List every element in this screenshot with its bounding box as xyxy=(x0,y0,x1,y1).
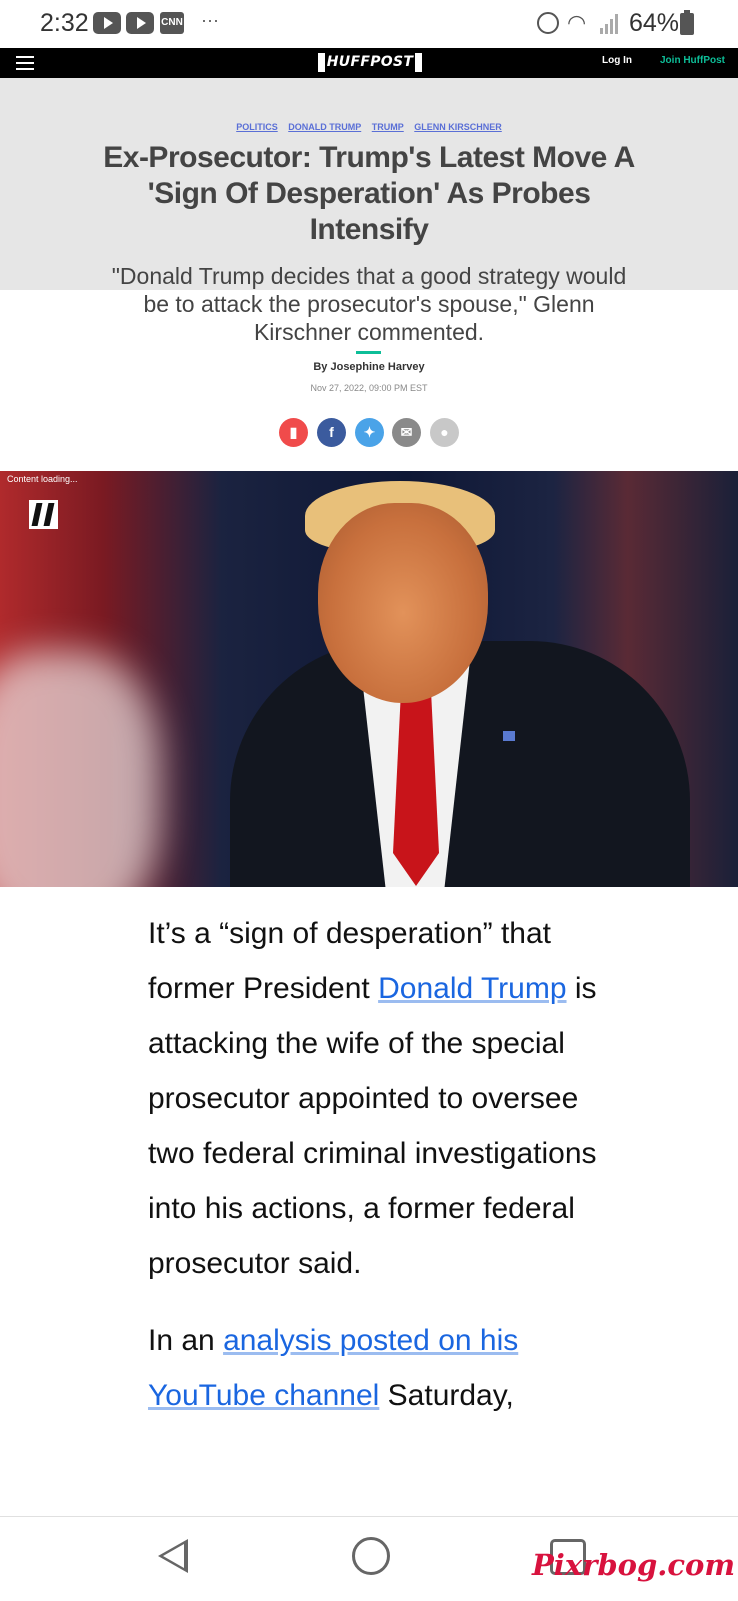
twitter-icon[interactable]: ✦ xyxy=(355,418,384,447)
bookmark-icon[interactable]: ▮ xyxy=(279,418,308,447)
home-icon[interactable] xyxy=(352,1537,390,1575)
facebook-icon[interactable]: f xyxy=(317,418,346,447)
author-byline[interactable]: By Josephine Harvey xyxy=(0,361,738,373)
publish-date: Nov 27, 2022, 09:00 PM EST xyxy=(310,383,428,393)
paragraph: It’s a “sign of desperation” that former… xyxy=(148,917,597,1280)
paragraph: In an analysis posted on his YouTube cha… xyxy=(148,1324,519,1412)
tag-list: POLITICS DONALD TRUMP TRUMP GLENN KIRSCH… xyxy=(0,122,738,132)
article-headline: Ex-Prosecutor: Trump's Latest Move A 'Si… xyxy=(103,141,635,246)
hero-video[interactable] xyxy=(0,471,738,887)
comment-icon[interactable]: ● xyxy=(430,418,459,447)
video-loading-text: Content loading... xyxy=(7,474,78,484)
tag-politics[interactable]: POLITICS xyxy=(236,122,278,132)
flag-pin xyxy=(503,731,515,741)
watermark: Pixrbog.com xyxy=(532,1548,736,1582)
tag-donald-trump[interactable]: DONALD TRUMP xyxy=(288,122,361,132)
donald-trump-link[interactable]: Donald Trump xyxy=(378,972,566,1005)
email-icon[interactable]: ✉ xyxy=(392,418,421,447)
tag-trump[interactable]: TRUMP xyxy=(372,122,404,132)
divider xyxy=(356,351,381,354)
article-subheadline: "Donald Trump decides that a good strate… xyxy=(111,263,627,345)
back-icon[interactable] xyxy=(158,1539,188,1573)
tag-glenn-kirschner[interactable]: GLENN KIRSCHNER xyxy=(414,122,502,132)
huffpost-mark-icon xyxy=(29,500,58,529)
article-body: It’s a “sign of desperation” that former… xyxy=(148,906,608,1423)
